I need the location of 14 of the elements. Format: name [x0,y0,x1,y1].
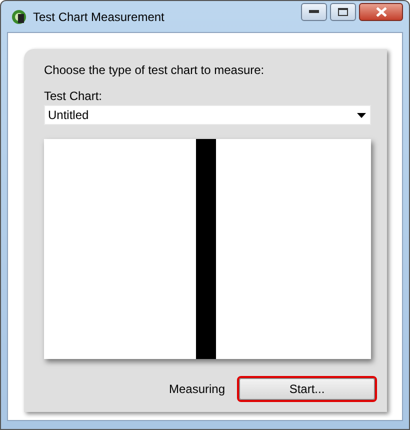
close-button[interactable] [359,3,403,21]
start-button[interactable]: Start... [239,378,375,400]
status-text: Measuring [168,382,225,396]
field-label: Test Chart: [44,89,104,103]
minimize-icon [309,10,319,14]
close-icon [376,7,386,17]
window-title: Test Chart Measurement [33,10,166,24]
app-icon [11,8,27,24]
chart-dropdown[interactable]: Untitled [44,105,371,125]
dropdown-arrow-icon [357,112,366,118]
maximize-icon [338,8,348,16]
minimize-button[interactable] [301,3,327,21]
instruction-text: Choose the type of test chart to measure: [44,63,266,77]
maximize-button[interactable] [330,3,356,21]
